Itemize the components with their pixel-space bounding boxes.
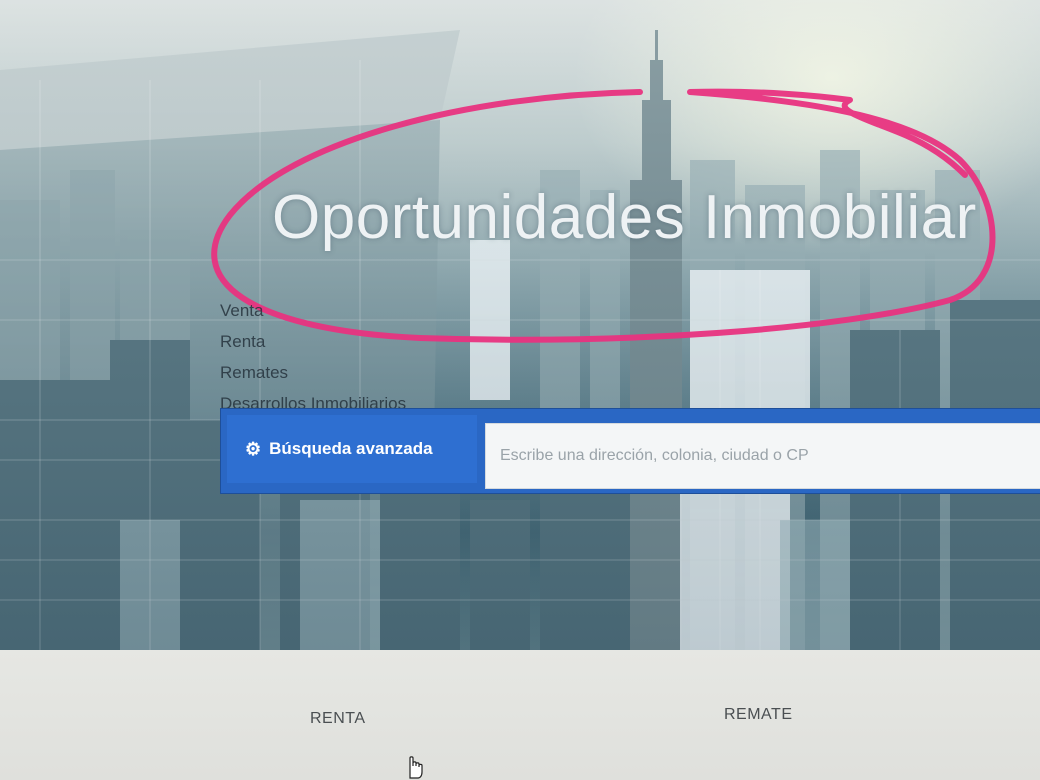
search-input[interactable] (485, 423, 1040, 489)
link-venta[interactable]: Venta (220, 295, 406, 326)
page-title: Oportunidades Inmobiliar (272, 183, 977, 252)
property-type-links: Venta Renta Remates Desarrollos Inmobili… (220, 295, 406, 419)
advanced-search-label: Búsqueda avanzada (269, 438, 433, 458)
category-renta[interactable]: RENTA (310, 710, 366, 728)
advanced-search-button[interactable]: ⚙ Búsqueda avanzada (227, 415, 477, 483)
hero-banner: Oportunidades Inmobiliar Venta Renta Rem… (0, 0, 1040, 650)
hand-cursor-icon (409, 756, 423, 779)
link-renta[interactable]: Renta (220, 326, 406, 357)
category-section: RENTA REMATE (0, 650, 1040, 780)
search-bar: ⚙ Búsqueda avanzada (220, 408, 1040, 494)
link-remates[interactable]: Remates (220, 357, 406, 388)
category-remate[interactable]: REMATE (724, 706, 792, 724)
gear-icon: ⚙ (245, 438, 262, 459)
hero-overlay (0, 0, 1040, 650)
